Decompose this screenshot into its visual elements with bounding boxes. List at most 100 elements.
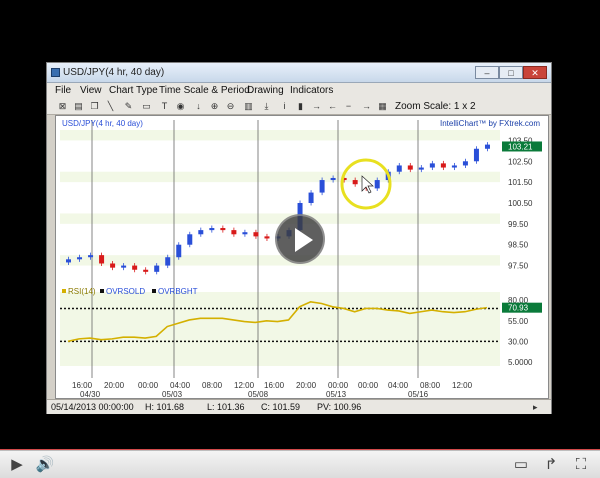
status-pv: PV: 100.96 (317, 402, 362, 412)
text-tool-icon[interactable]: T (159, 101, 170, 112)
status-date: 05/14/2013 00:00:00 (51, 402, 134, 412)
candle-body (484, 144, 490, 149)
branding-label: IntelliChart™ by FXtrek.com (440, 119, 540, 128)
candle-body (253, 232, 259, 237)
price-band (60, 171, 500, 183)
candle-body (187, 234, 193, 245)
candle-body (66, 259, 71, 263)
candle-body (176, 244, 182, 258)
candle-body (330, 177, 336, 181)
rsi-legend-label: OVRSOLD (106, 287, 145, 296)
candle-body (231, 230, 237, 235)
arrow-down-icon[interactable]: ↓ (193, 101, 204, 112)
window-mode-icon[interactable]: ▭ (510, 455, 532, 475)
candle-body (451, 165, 457, 168)
candle-body (165, 257, 171, 266)
status-low: L: 101.36 (207, 402, 245, 412)
price-tick-label: 102.50 (508, 157, 533, 166)
title-bar: USD/JPY(4 hr, 40 day) ✕ □ – (47, 63, 551, 83)
candle-body (121, 265, 127, 268)
rsi-tick-label: 55.00 (508, 317, 529, 326)
share-icon[interactable]: ↱ (540, 455, 562, 475)
menu-drawing[interactable]: Drawing (247, 85, 284, 96)
time-tick-label: 20:00 (104, 381, 125, 390)
candle-body (143, 269, 149, 272)
candle-body (220, 228, 226, 231)
play-icon[interactable]: ▶ (8, 455, 26, 475)
menu-time-scale[interactable]: Time Scale & Period (159, 85, 250, 96)
date-tick-label: 04/30 (80, 390, 101, 399)
symbol-label: USD/JPY(4 hr, 40 day) (62, 119, 143, 128)
candle-body (88, 255, 94, 258)
menu-file[interactable]: File (55, 85, 71, 96)
status-bar: 05/14/2013 00:00:00 H: 101.68 L: 101.36 … (47, 399, 551, 414)
candle-body (209, 228, 215, 231)
time-tick-label: 08:00 (202, 381, 223, 390)
copy-icon[interactable]: ❐ (89, 101, 100, 112)
info-icon[interactable]: i (279, 101, 290, 112)
app-icon (51, 68, 60, 77)
menu-indicators[interactable]: Indicators (290, 85, 333, 96)
candle-body (396, 165, 402, 172)
close-button[interactable]: ✕ (523, 66, 547, 79)
zoom-in-icon[interactable]: ⊕ (209, 101, 220, 112)
download-icon[interactable]: ⤓ (261, 101, 272, 112)
play-overlay-button[interactable] (275, 214, 325, 264)
minimize-button[interactable]: – (475, 66, 499, 79)
candle-body (154, 265, 160, 272)
candle-body (77, 257, 83, 260)
status-high: H: 101.68 (145, 402, 185, 412)
line-tool-icon[interactable]: ╲ (105, 101, 116, 112)
candle-body (407, 165, 413, 170)
minus-icon[interactable]: − (343, 101, 354, 112)
time-tick-label: 16:00 (72, 381, 93, 390)
rsi-tick-label: 30.00 (508, 337, 529, 346)
maximize-button[interactable]: □ (499, 66, 523, 79)
chart-type-icon[interactable]: ▦ (377, 101, 388, 112)
pencil-icon[interactable]: ✎ (123, 101, 134, 112)
time-tick-label: 20:00 (296, 381, 317, 390)
price-band (60, 255, 500, 266)
price-band (60, 130, 500, 141)
rsi-legend-swatch (152, 289, 156, 293)
rsi-legend-label: OVRBGHT (158, 287, 198, 296)
scroll-right-icon[interactable]: ▸ (533, 402, 538, 413)
zoom-chart-icon[interactable]: ⊠ (57, 101, 68, 112)
target-icon[interactable]: ◉ (175, 101, 186, 112)
candle-body (462, 161, 468, 166)
fullscreen-icon[interactable]: ⛶ (570, 455, 592, 475)
open-icon[interactable]: ▤ (73, 101, 84, 112)
chart-bars-icon[interactable]: ▮ (295, 101, 306, 112)
candle-body (242, 232, 248, 235)
volume-icon[interactable]: 🔊 (34, 455, 56, 475)
menu-view[interactable]: View (80, 85, 102, 96)
rsi-legend-label: RSI(14) (68, 287, 96, 296)
rsi-legend-swatch (100, 289, 104, 293)
price-tick-label: 101.50 (508, 178, 533, 187)
time-tick-label: 00:00 (358, 381, 379, 390)
price-tick-label: 97.50 (508, 262, 529, 271)
window-title: USD/JPY(4 hr, 40 day) (63, 67, 165, 78)
date-tick-label: 05/03 (162, 390, 183, 399)
candle-body (418, 167, 424, 170)
rsi-legend-swatch (62, 289, 66, 293)
player-controls: ▶ 🔊 ▭ ↱ ⛶ (0, 450, 600, 478)
horizontal-line-icon[interactable]: ▭ (141, 101, 152, 112)
time-tick-label: 12:00 (234, 381, 255, 390)
arrow-right-2-icon[interactable]: → (361, 101, 372, 112)
date-tick-label: 05/13 (326, 390, 347, 399)
bars-icon[interactable]: ▥ (243, 101, 254, 112)
time-tick-label: 04:00 (388, 381, 409, 390)
time-tick-label: 08:00 (420, 381, 441, 390)
time-tick-label: 00:00 (138, 381, 159, 390)
time-tick-label: 16:00 (264, 381, 285, 390)
zoom-out-icon[interactable]: ⊖ (225, 101, 236, 112)
date-tick-label: 05/16 (408, 390, 429, 399)
rsi-value-label: 70.93 (508, 304, 529, 313)
zoom-scale-label: Zoom Scale: 1 x 2 (395, 101, 476, 112)
arrow-right-icon[interactable]: → (311, 101, 322, 112)
arrow-left-icon[interactable]: ← (327, 101, 338, 112)
menu-chart-type[interactable]: Chart Type (109, 85, 158, 96)
rsi-tick-label: 5.0000 (508, 358, 533, 367)
time-tick-label: 04:00 (170, 381, 191, 390)
